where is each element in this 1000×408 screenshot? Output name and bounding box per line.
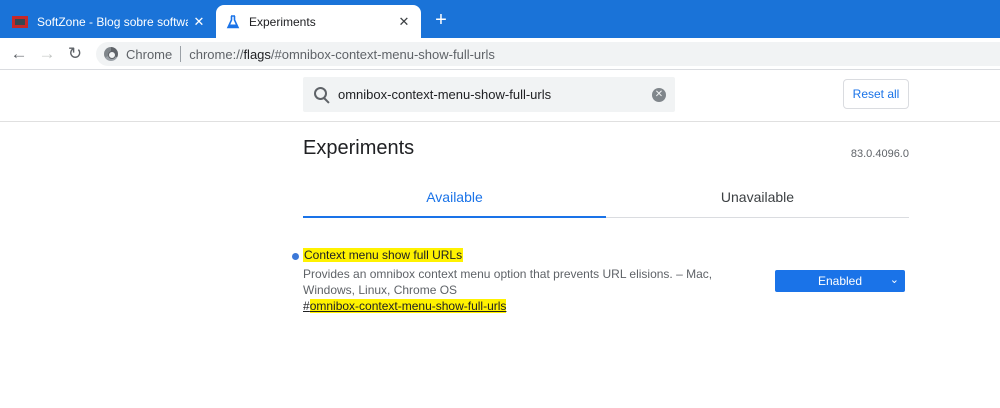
reload-button[interactable]: ↻ bbox=[61, 40, 89, 68]
back-button[interactable]: ← bbox=[5, 40, 33, 68]
tab-title: SoftZone - Blog sobre software, bbox=[37, 14, 188, 29]
experiment-name: Context menu show full URLs bbox=[303, 248, 464, 262]
clear-search-icon[interactable]: ✕ bbox=[652, 87, 666, 102]
tab-title: Experiments bbox=[249, 14, 316, 29]
experiment-description: Provides an omnibox context menu option … bbox=[303, 267, 713, 297]
tab-strip: SoftZone - Blog sobre software, ✕ Experi… bbox=[0, 0, 1000, 38]
page-title: Experiments bbox=[303, 137, 415, 159]
permalink-id: omnibox-context-menu-show-full-urls bbox=[309, 299, 507, 313]
url-host: flags bbox=[243, 46, 271, 62]
search-box[interactable]: ✕ bbox=[303, 77, 675, 112]
search-input[interactable] bbox=[338, 87, 652, 102]
close-tab-icon[interactable]: ✕ bbox=[393, 14, 415, 30]
url-scheme: chrome:// bbox=[189, 46, 244, 62]
experiment-state-select[interactable]: Enabled ⌄ bbox=[775, 270, 905, 292]
version-label: 83.0.4096.0 bbox=[850, 148, 909, 160]
flags-header: ✕ Reset all bbox=[0, 70, 1000, 122]
modified-indicator-icon bbox=[292, 253, 299, 260]
address-bar[interactable]: Chrome chrome://flags/#omnibox-context-m… bbox=[96, 42, 1000, 66]
flask-icon bbox=[226, 14, 240, 28]
tab-unavailable[interactable]: Unavailable bbox=[606, 176, 909, 217]
tab-available[interactable]: Available bbox=[303, 176, 606, 218]
tab-experiments[interactable]: Experiments ✕ bbox=[216, 5, 421, 38]
tab-softzone[interactable]: SoftZone - Blog sobre software, ✕ bbox=[0, 5, 216, 38]
search-icon bbox=[313, 86, 331, 104]
divider bbox=[180, 46, 182, 62]
chevron-down-icon: ⌄ bbox=[889, 274, 899, 286]
select-value: Enabled bbox=[817, 274, 863, 288]
chrome-icon bbox=[104, 47, 118, 61]
flag-tabs: Available Unavailable bbox=[303, 176, 909, 218]
new-tab-button[interactable]: + bbox=[430, 9, 452, 31]
softzone-favicon-icon bbox=[12, 15, 28, 28]
forward-button[interactable]: → bbox=[33, 40, 61, 68]
browser-toolbar: ← → ↻ Chrome chrome://flags/#omnibox-con… bbox=[0, 38, 1000, 70]
url-text[interactable]: chrome://flags/#omnibox-context-menu-sho… bbox=[189, 47, 495, 62]
origin-chip: Chrome bbox=[126, 46, 173, 62]
close-tab-icon[interactable]: ✕ bbox=[188, 14, 210, 30]
experiment-permalink[interactable]: #omnibox-context-menu-show-full-urls bbox=[303, 299, 507, 313]
permalink-hash: # bbox=[303, 299, 310, 313]
reset-all-button[interactable]: Reset all bbox=[843, 79, 909, 109]
url-path: /#omnibox-context-menu-show-full-urls bbox=[270, 46, 495, 62]
